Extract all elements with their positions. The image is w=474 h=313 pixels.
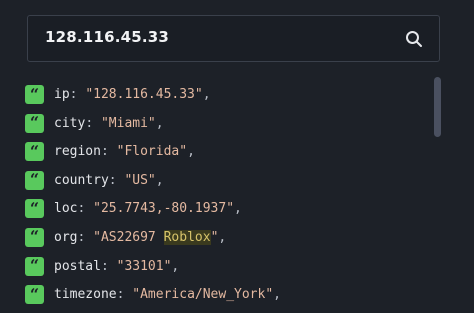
field-key: timezone [54,287,117,303]
field-line: ip: "128.116.45.33", [54,84,211,106]
colon: : [100,144,117,160]
quote-icon: “ [25,170,44,190]
quote-icon: “ [25,199,44,219]
search-input[interactable]: 128.116.45.33 [45,28,169,46]
comma: , [171,258,180,274]
field-value: "Miami" [100,115,156,131]
quote-icon: “ [25,113,44,133]
list-item: “ postal: "33101", [25,256,281,285]
scrollbar-thumb[interactable] [434,77,441,137]
field-key: city [54,115,86,131]
field-value: "US" [124,172,156,188]
colon: : [108,172,125,188]
colon: : [77,229,94,245]
result-list: “ ip: "128.116.45.33", “ city: "Miami", … [25,84,281,313]
field-line: country: "US", [54,170,164,192]
list-item: “ country: "US", [25,170,281,199]
quote-icon: “ [25,227,44,247]
field-line: city: "Miami", [54,113,164,135]
comma: , [202,87,211,102]
list-item: “ ip: "128.116.45.33", [25,84,281,113]
colon: : [85,115,101,131]
field-line: timezone: "America/New_York", [54,284,281,306]
field-line: postal: "33101", [54,256,179,278]
field-line: region: "Florida", [54,141,195,163]
list-item: “ loc: "25.7743,-80.1937", [25,198,281,227]
field-key: region [54,144,101,160]
field-line: org: "AS22697 Roblox", [54,227,226,249]
list-item: “ timezone: "America/New_York", [25,284,281,313]
field-value-prefix: "AS22697 [93,229,164,245]
search-icon[interactable] [405,30,423,48]
list-item: “ region: "Florida", [25,141,281,170]
comma: , [155,115,164,131]
comma: , [234,201,242,217]
comma: , [218,229,227,245]
comma: , [155,172,164,188]
colon: : [116,287,133,303]
comma: , [187,144,195,160]
field-value-highlight: Roblox [163,229,211,245]
quote-icon: “ [25,142,44,162]
field-value: "33101" [116,258,172,274]
colon: : [69,87,86,102]
quote-icon: “ [25,256,44,276]
colon: : [100,258,117,274]
field-value: "128.116.45.33" [85,87,203,102]
comma: , [273,287,281,303]
colon: : [77,201,94,217]
field-value: "Florida" [116,144,188,160]
quote-icon: “ [25,285,44,305]
field-value: "25.7743,-80.1937" [93,201,235,217]
list-item: “ org: "AS22697 Roblox", [25,227,281,256]
quote-icon: “ [25,85,44,104]
field-key: ip [54,87,70,102]
field-value: "America/New_York" [132,287,274,303]
field-key: postal [54,258,101,274]
field-key: loc [54,201,78,217]
field-key: org [54,229,78,245]
field-key: country [54,172,109,188]
list-item: “ city: "Miami", [25,113,281,142]
search-box[interactable]: 128.116.45.33 [27,15,440,62]
field-line: loc: "25.7743,-80.1937", [54,198,242,220]
